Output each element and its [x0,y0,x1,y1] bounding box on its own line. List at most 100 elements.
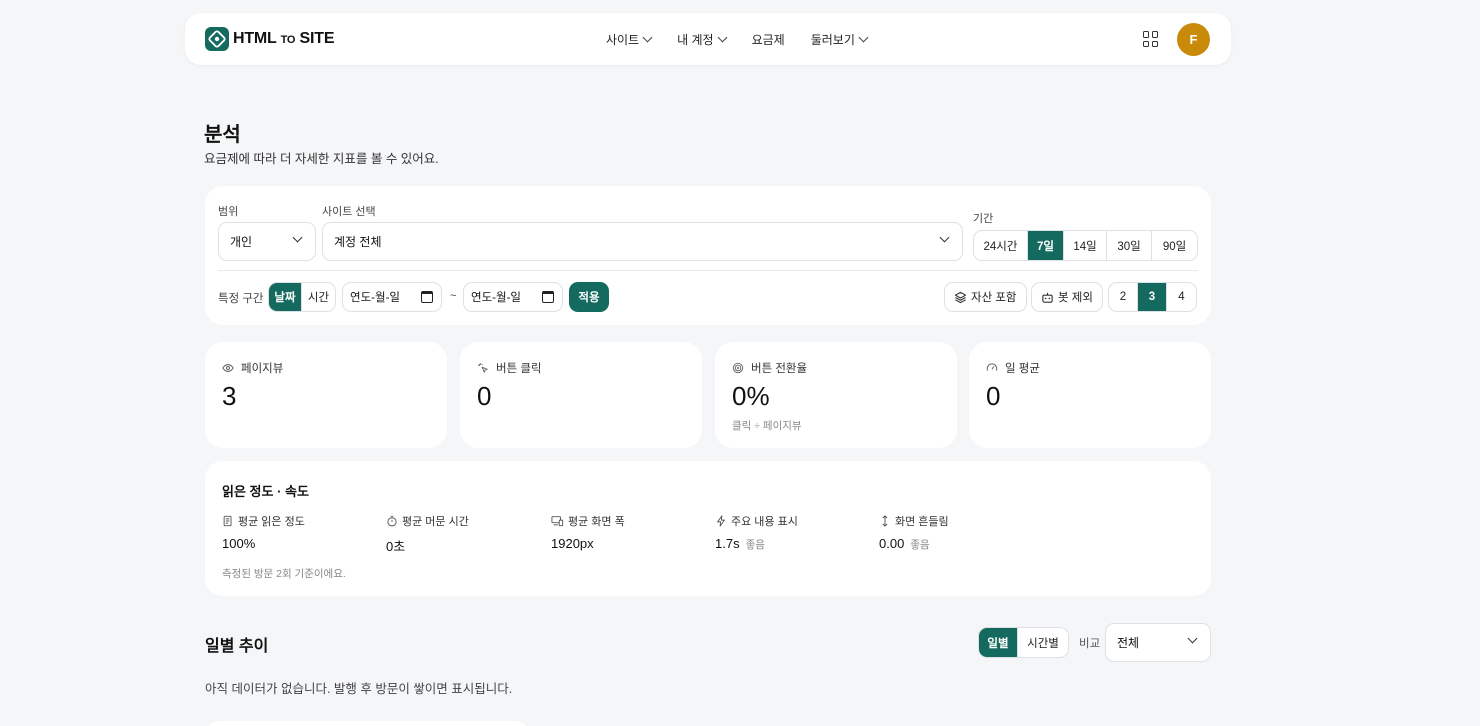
divider [218,270,1198,271]
range-mode-segmented: 날짜 시간 [268,282,336,312]
scroll-icon [223,515,232,527]
target-icon [732,362,744,374]
chevron-down-icon [717,32,728,42]
metric-label: 평균 읽은 정도 [238,516,305,528]
metric-layout-shift: 화면 흔들림 0.00 좋음 [879,513,949,552]
stat-note: 클릭 ÷ 페이지뷰 [732,420,802,432]
apply-button[interactable]: 적용 [569,282,609,312]
stat-card-conversion: 버튼 전환율 0% 클릭 ÷ 페이지뷰 [715,342,957,448]
level-2[interactable]: 2 [1109,283,1138,311]
metric-label: 평균 머문 시간 [402,516,469,528]
metric-dwell-time: 평균 머문 시간 0초 [386,513,469,555]
metric-rating: 좋음 [745,539,765,551]
trend-mode-daily[interactable]: 일별 [979,628,1018,657]
date-to-input[interactable]: 연도-월-일 [463,282,563,312]
site-select[interactable]: 계정 전체 [322,222,963,261]
click-icon [478,363,488,373]
period-label: 기간 [973,213,994,225]
metric-label: 주요 내용 표시 [731,516,798,528]
trend-mode-segmented: 일별 시간별 [978,627,1069,658]
chart-card-partial [205,721,530,726]
metric-label: 평균 화면 폭 [568,516,625,528]
trend-mode-hourly[interactable]: 시간별 [1018,628,1068,657]
reading-note: 측정된 방문 2회 기준이에요. [222,568,346,580]
metric-read-depth: 평균 읽은 정도 100% [222,513,305,551]
period-14d[interactable]: 14일 [1064,231,1107,260]
page-subtitle: 요금제에 따라 더 자세한 지표를 볼 수 있어요. [204,152,439,166]
logo-icon [205,27,229,51]
chevron-down-icon [1187,633,1198,644]
reading-title: 읽은 정도 · 속도 [222,484,309,499]
stat-card-pageviews: 페이지뷰 3 [205,342,447,448]
stat-label: 페이지뷰 [241,363,284,375]
exclude-bots-button[interactable]: 봇 제외 [1031,282,1103,312]
nav-pricing[interactable]: 요금제 [752,31,785,48]
range-mode-date[interactable]: 날짜 [269,283,302,311]
calendar-icon [542,291,554,303]
metric-screen-width: 평균 화면 폭 1920px [551,513,625,551]
metric-value: 1920px [551,536,594,551]
brand-name: HTML TO SITE [233,30,335,47]
eye-icon [222,364,234,372]
devices-icon [551,516,564,527]
metric-label: 화면 흔들림 [895,516,949,528]
chevron-down-icon [292,232,303,243]
timer-icon [387,515,397,527]
level-4[interactable]: 4 [1167,283,1196,311]
calendar-icon [421,291,433,303]
page-title: 분석 [204,124,241,146]
layers-icon [954,291,967,303]
date-from-value: 연도-월-일 [350,292,400,304]
stat-value: 0 [477,381,492,411]
include-assets-button[interactable]: 자산 포함 [944,282,1027,312]
nav-sites[interactable]: 사이트 [606,31,653,48]
empty-state-message: 아직 데이터가 없습니다. 발행 후 방문이 쌓이면 표시됩니다. [205,682,513,696]
top-navbar: HTML TO SITE 사이트 내 계정 요금제 둘러보기 F [185,13,1231,65]
period-24h[interactable]: 24시간 [974,231,1028,260]
scope-value: 개인 [230,235,253,249]
site-value: 계정 전체 [334,235,382,249]
date-to-value: 연도-월-일 [471,292,521,304]
level-3[interactable]: 3 [1138,283,1167,311]
gauge-icon [986,363,998,371]
avatar[interactable]: F [1177,23,1210,56]
period-segmented: 24시간 7일 14일 30일 90일 [973,230,1198,261]
daily-trend-title: 일별 추이 [205,638,269,655]
date-from-input[interactable]: 연도-월-일 [342,282,442,312]
main-nav: 사이트 내 계정 요금제 둘러보기 [606,13,869,65]
chevron-down-icon [858,32,869,42]
filter-card: 범위 개인 사이트 선택 계정 전체 기간 24시간 7일 14일 30일 90… [205,186,1211,325]
stat-label: 버튼 전환율 [751,363,808,375]
metric-value: 100% [222,536,256,551]
level-segmented: 2 3 4 [1108,282,1197,312]
stat-card-daily-average: 일 평균 0 [969,342,1211,448]
period-90d[interactable]: 90일 [1152,231,1197,260]
chevron-down-icon [939,232,950,243]
bot-icon [1042,292,1053,303]
stat-value: 0% [732,381,770,411]
apps-grid-icon[interactable] [1143,31,1159,47]
scope-select[interactable]: 개인 [218,222,316,261]
compare-value: 전체 [1117,636,1140,650]
metric-value: 1.7s [715,536,740,551]
metric-rating: 좋음 [910,539,930,551]
range-tilde: ~ [450,290,457,302]
stat-value: 0 [986,381,1001,411]
range-mode-time[interactable]: 시간 [302,283,335,311]
nav-my-account[interactable]: 내 계정 [677,31,728,48]
period-7d[interactable]: 7일 [1028,231,1064,260]
vertical-arrows-icon [882,515,888,527]
site-label: 사이트 선택 [322,206,376,218]
period-30d[interactable]: 30일 [1107,231,1152,260]
chevron-down-icon [642,32,653,42]
scope-label: 범위 [218,206,239,218]
nav-explore[interactable]: 둘러보기 [811,31,869,48]
metric-main-content-paint: 주요 내용 표시 1.7s 좋음 [715,513,798,552]
stat-value: 3 [222,381,237,411]
lightning-icon [717,515,725,527]
compare-select[interactable]: 전체 [1105,623,1211,662]
reading-speed-card: 읽은 정도 · 속도 평균 읽은 정도 100% 평균 머문 시간 0초 평균 … [205,461,1211,596]
compare-label: 비교 [1079,638,1101,650]
brand-logo[interactable]: HTML TO SITE [205,27,334,51]
stat-label: 버튼 클릭 [496,363,542,375]
